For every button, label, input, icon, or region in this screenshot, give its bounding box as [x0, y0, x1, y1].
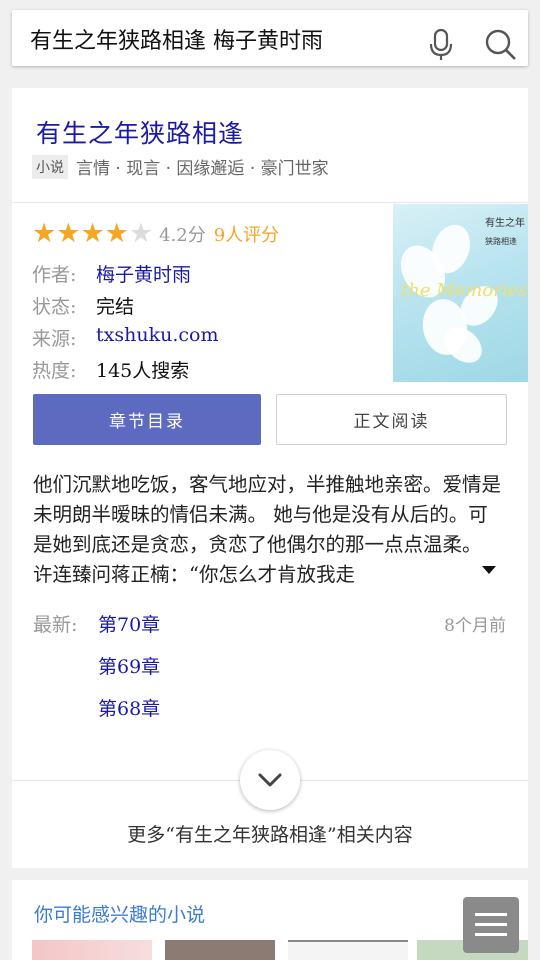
search-input[interactable] [30, 24, 410, 54]
author-link[interactable]: 梅子黄时雨 [96, 260, 191, 287]
chapter-link[interactable]: 第69章 [98, 652, 160, 679]
search-icon[interactable] [484, 28, 528, 68]
info-key: 热度: [32, 360, 77, 382]
read-text-button[interactable]: 正文阅读 [276, 394, 507, 445]
expand-more-button[interactable] [240, 750, 300, 810]
rating-count[interactable]: 9人评分 [214, 221, 279, 247]
chevron-down-icon [258, 773, 282, 787]
recommend-title: 你可能感兴趣的小说 [34, 904, 206, 926]
category-badge: 小说 [32, 154, 68, 179]
search-bar [12, 10, 528, 66]
divider [12, 202, 528, 203]
cover-subtitle: 狭路相逢 [485, 237, 517, 246]
info-key: 作者: [32, 264, 77, 286]
chapter-link[interactable]: 第70章 [98, 610, 160, 637]
recommend-book-thumbnail[interactable] [165, 940, 275, 960]
star-icon: ★ [32, 218, 57, 249]
recommend-book-thumbnail[interactable] [32, 940, 152, 960]
info-source: 来源: txshuku.com [32, 324, 218, 351]
info-key: 状态: [32, 296, 77, 318]
info-status: 状态: 完结 [32, 292, 134, 319]
recommend-card: 你可能感兴趣的小说 [12, 880, 528, 960]
chapter-link[interactable]: 第68章 [98, 694, 160, 721]
book-tags: 小说 言情 · 现言 · 因缘邂逅 · 豪门世家 [32, 154, 329, 179]
book-title[interactable]: 有生之年狭路相逢 [36, 114, 244, 150]
more-related-link[interactable]: 更多“有生之年狭路相逢”相关内容 [12, 820, 528, 847]
recommend-book-thumbnail[interactable] [288, 940, 408, 960]
rating-score: 4.2分 [159, 224, 206, 246]
star-icon: ★ [80, 218, 105, 249]
latest-update-time: 8个月前 [444, 616, 506, 636]
book-description: 他们沉默地吃饭，客气地应对，半推触地亲密。爱情是未明朗半暧昧的情侣未满。 她与他… [33, 473, 502, 584]
latest-label: 最新: [33, 614, 78, 636]
expand-description-icon[interactable] [482, 566, 496, 574]
cover-art-text: the Memories [401, 280, 528, 301]
info-value: 完结 [96, 296, 135, 318]
info-popularity: 热度: 145人搜索 [32, 356, 189, 383]
cover-title: 有生之年 [485, 218, 525, 229]
rating-row: ★ ★ ★ ★ ★ 4.2分 9人评分 [32, 220, 279, 247]
info-value: 145人搜索 [96, 360, 190, 382]
microphone-icon[interactable] [426, 28, 470, 68]
table-of-contents-button[interactable]: 章节目录 [33, 394, 261, 445]
info-author: 作者: 梅子黄时雨 [32, 260, 191, 287]
source-link[interactable]: txshuku.com [96, 324, 218, 351]
star-icon: ★ [104, 218, 129, 249]
menu-icon[interactable] [463, 897, 519, 953]
book-result-card: 有生之年狭路相逢 小说 言情 · 现言 · 因缘邂逅 · 豪门世家 ★ ★ ★ … [12, 88, 528, 868]
info-key: 来源: [32, 328, 77, 350]
star-empty-icon: ★ [128, 218, 154, 249]
book-cover-image[interactable]: 有生之年 狭路相逢 the Memories [393, 204, 528, 382]
tag-list: 言情 · 现言 · 因缘邂逅 · 豪门世家 [76, 159, 329, 179]
star-icon: ★ [56, 218, 81, 249]
